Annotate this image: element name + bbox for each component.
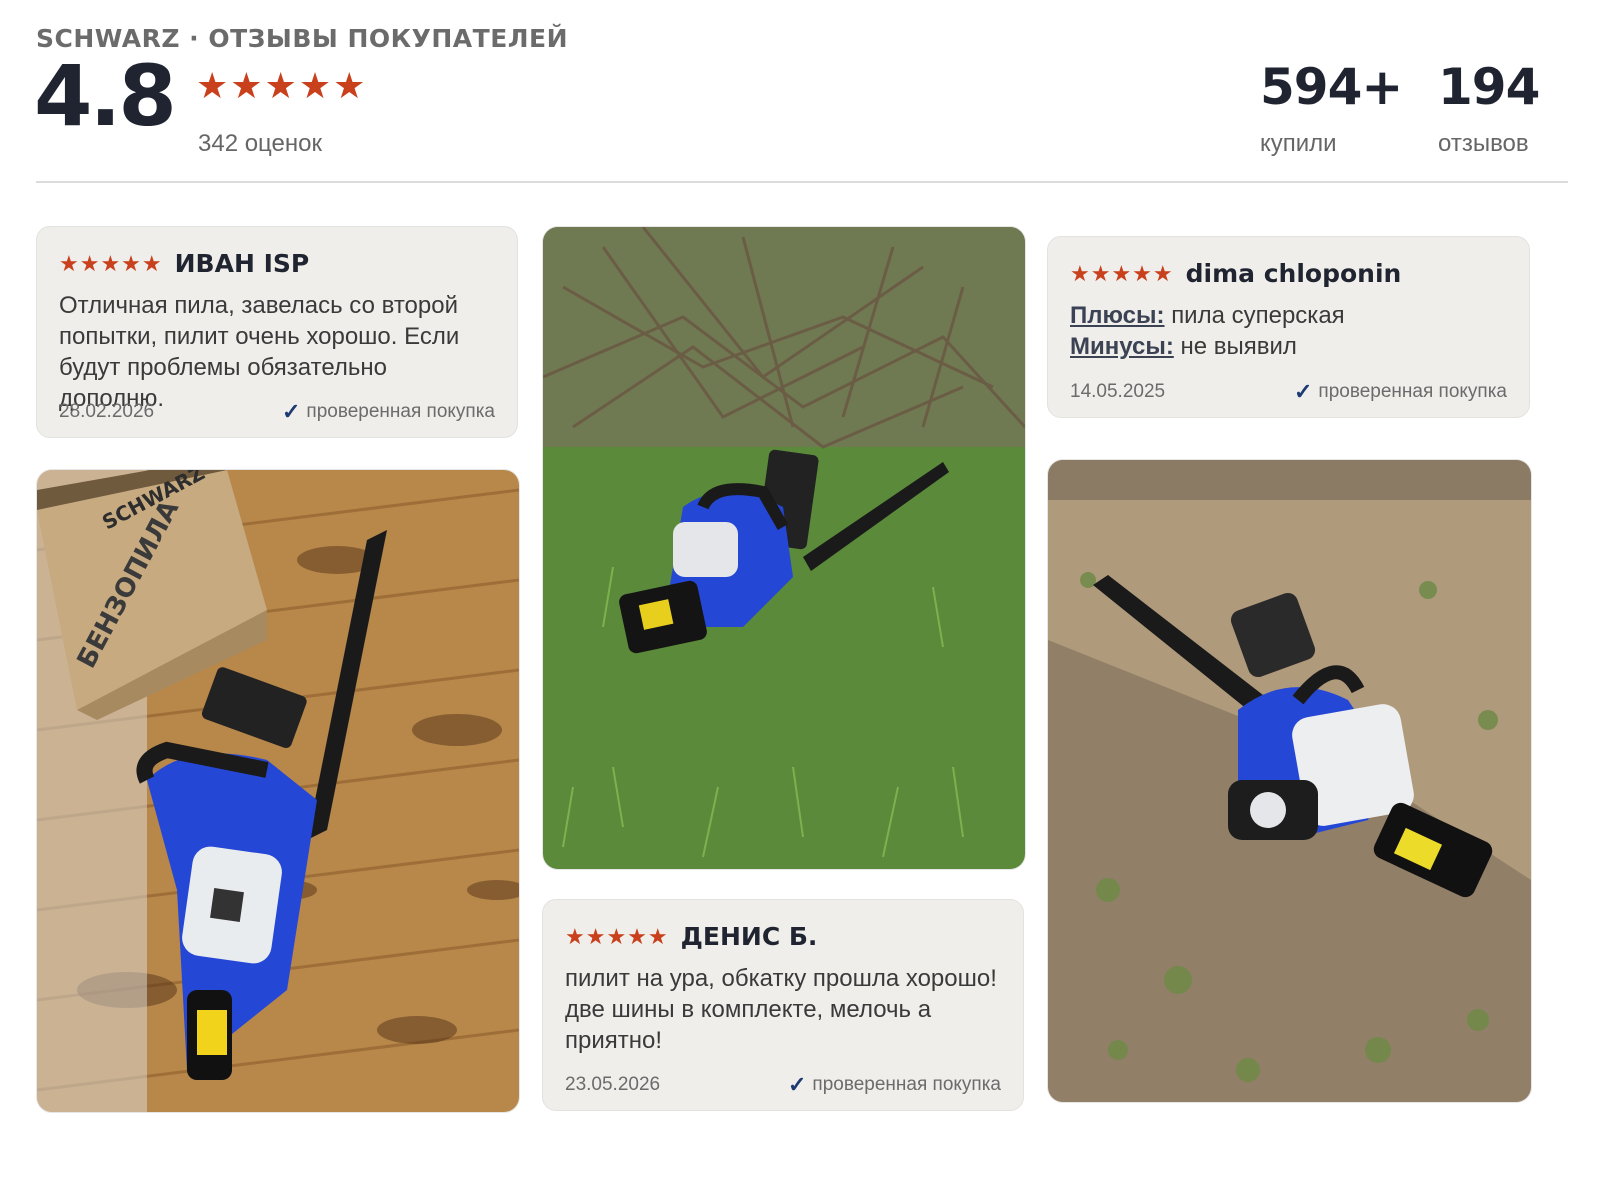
stat-purchased-label: купили [1260, 130, 1337, 157]
photo-image [543, 227, 1025, 869]
review-stars: ★★★★★ [565, 923, 669, 949]
stat-reviews: 194 отзывов [1438, 58, 1540, 158]
stat-reviews-value: 194 [1438, 58, 1540, 116]
photo-chainsaw-on-ground[interactable] [1047, 459, 1532, 1103]
review-card[interactable]: ★★★★★ dima chloponin Плюсы: пила суперск… [1047, 236, 1530, 418]
pros-text: пила суперская [1171, 302, 1345, 329]
ratings-count: 342 оценок [198, 130, 322, 157]
review-stars: ★★★★★ [1070, 260, 1174, 286]
verified-purchase: ✓ проверенная покупка [282, 401, 495, 423]
stat-reviews-label: отзывов [1438, 130, 1529, 157]
verified-label: проверенная покупка [812, 1074, 1001, 1095]
verified-purchase: ✓ проверенная покупка [1294, 381, 1507, 403]
rating-stars: ★★★★★ [196, 65, 368, 106]
photo-image: SCHWARZ БЕНЗОПИЛА [37, 470, 519, 1112]
review-author: ДЕНИС Б. [680, 922, 818, 951]
review-text: Отличная пила, завелась со второй попытк… [59, 292, 460, 412]
stat-purchased-value: 594+ [1260, 58, 1403, 116]
review-text: пилит на ура, обкатку прошла хорошо! две… [565, 965, 997, 1054]
average-rating: 4.8 [34, 47, 177, 145]
review-date: 23.05.2026 [565, 1074, 661, 1095]
stat-purchased: 594+ купили [1260, 58, 1403, 158]
pros-label: Плюсы: [1070, 302, 1165, 329]
check-icon: ✓ [787, 1072, 807, 1097]
review-card[interactable]: ★★★★★ ИВАН ISP Отличная пила, завелась с… [36, 226, 518, 438]
review-stars: ★★★★★ [59, 250, 163, 276]
review-card[interactable]: ★★★★★ ДЕНИС Б. пилит на ура, обкатку про… [542, 899, 1024, 1111]
verified-purchase: ✓ проверенная покупка [788, 1074, 1001, 1096]
verified-label: проверенная покупка [1318, 381, 1507, 402]
photo-image [1048, 460, 1531, 1102]
photo-chainsaw-on-wooden-deck[interactable]: SCHWARZ БЕНЗОПИЛА [36, 469, 520, 1113]
check-icon: ✓ [1293, 379, 1313, 404]
review-date: 28.02.2026 [59, 401, 155, 422]
cons-label: Минусы: [1070, 333, 1174, 360]
verified-label: проверенная покупка [306, 401, 495, 422]
review-text: Плюсы: пила суперская Минусы: не выявил [1070, 300, 1507, 362]
review-date: 14.05.2025 [1070, 381, 1166, 402]
review-author: ИВАН ISP [174, 249, 310, 278]
cons-text: не выявил [1180, 333, 1297, 360]
photo-chainsaw-on-grass[interactable] [542, 226, 1026, 870]
review-author: dima chloponin [1185, 259, 1402, 288]
check-icon: ✓ [281, 399, 301, 424]
header-divider [36, 181, 1568, 183]
